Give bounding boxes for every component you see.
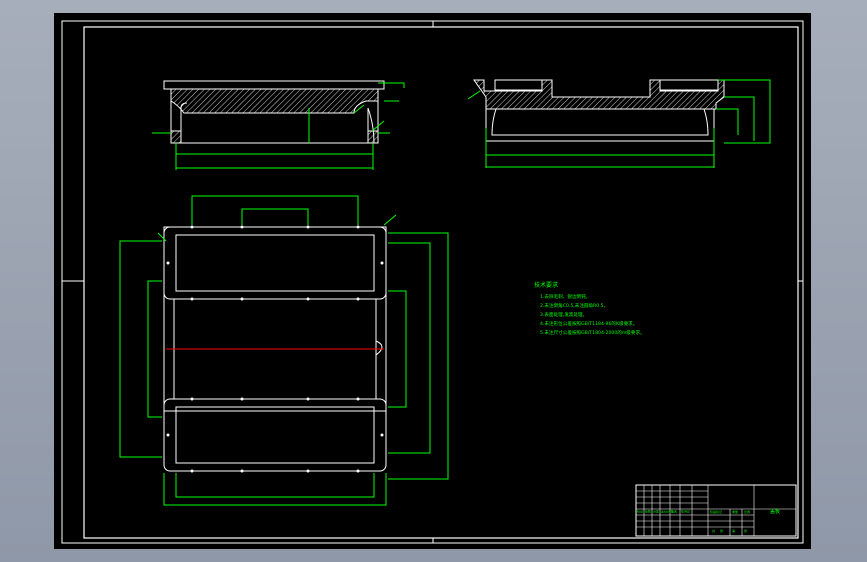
tb-label-count: 处数 <box>645 509 651 514</box>
left-boss-outline <box>494 79 543 91</box>
notes-item-4: 4.未注形位公差按照GB/T1184-96的K级要求。 <box>540 320 637 327</box>
dim-flange-thickness <box>378 82 405 88</box>
side-dim-height-outer <box>718 79 771 144</box>
tb-sheet-total: 共 <box>712 528 715 533</box>
tb-scale-label: 比例 <box>744 509 750 514</box>
side-body-outline <box>485 109 715 142</box>
notes-item-1: 1.去除毛刺、锐边倒钝。 <box>540 293 590 300</box>
plan-bottom-opening <box>175 406 375 464</box>
tb-sheet-number: 第 <box>732 528 735 533</box>
tb-label-zone: 分区 <box>653 509 659 514</box>
right-bolt-section <box>367 130 379 144</box>
drawing-sheet: 技术要求 1.去除毛刺、锐边倒钝。 2.未注倒角C0.5,未注圆角R0.5。 3… <box>54 13 811 549</box>
side-dim-height-mid <box>724 96 755 141</box>
side-leader-left <box>467 90 481 100</box>
tb-stage-label: 阶段标记 <box>710 509 722 514</box>
plan-view <box>119 195 449 506</box>
notes-item-5: 5.未注尺寸公差按照GB/T1804-2000的m级要求。 <box>540 329 645 336</box>
tb-label-date: 年月日 <box>681 509 690 514</box>
tb-sheet-unit-1: 张 <box>720 528 723 533</box>
plan-dimensions <box>119 195 449 506</box>
side-section-view <box>467 79 771 168</box>
tb-sheet-unit-2: 张 <box>744 528 747 533</box>
cover-flange <box>163 80 385 90</box>
tb-weight-label: 重量 <box>732 509 738 514</box>
side-dim-height-inner <box>716 108 739 135</box>
notes-item-3: 3.表面处理,发黑处理。 <box>540 311 587 318</box>
technical-notes: 技术要求 1.去除毛刺、锐边倒钝。 2.未注倒角C0.5,未注圆角R0.5。 3… <box>534 281 645 336</box>
right-boss-outline <box>659 79 719 91</box>
plan-top-opening <box>175 234 375 292</box>
side-cover-hatch <box>473 79 725 110</box>
plan-top-flange <box>163 226 387 300</box>
plan-handle-notch <box>375 340 383 356</box>
notes-title: 技术要求 <box>534 281 558 289</box>
title-block: 标记 处数 分区 更改文件号 签名 年月日 阶段标记 重量 比例 共 张 第 张… <box>635 484 797 537</box>
plan-bottom-flange <box>163 398 387 472</box>
side-inner-cavity <box>491 108 709 136</box>
plan-outer-outline <box>163 226 387 412</box>
cover-section-hatch <box>170 88 379 114</box>
drawing-canvas: 技术要求 1.去除毛刺、锐边倒钝。 2.未注倒角C0.5,未注圆角R0.5。 3… <box>61 20 804 544</box>
front-section-view <box>152 80 405 170</box>
tb-label-mark: 标记 <box>637 509 643 514</box>
notes-item-2: 2.未注倒角C0.5,未注圆角R0.5。 <box>540 302 608 309</box>
tb-part-name: 盖板 <box>770 508 780 515</box>
cad-viewport: 技术要求 1.去除毛刺、锐边倒钝。 2.未注倒角C0.5,未注圆角R0.5。 3… <box>0 0 867 562</box>
tb-label-signature: 签名 <box>671 509 677 514</box>
left-bolt-section <box>170 130 182 144</box>
